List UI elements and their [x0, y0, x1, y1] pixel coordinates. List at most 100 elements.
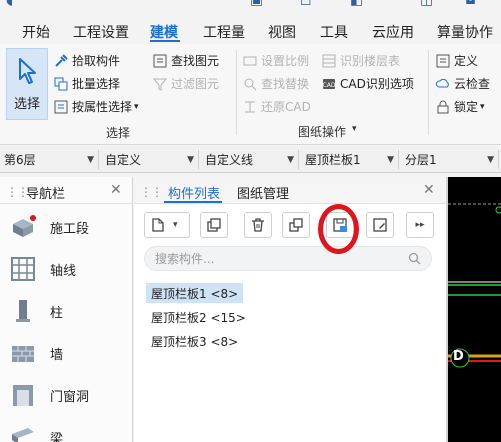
layers-copy-icon	[289, 218, 303, 232]
close-icon[interactable]: ✕	[110, 182, 122, 198]
duplicate-to-floor-button[interactable]	[282, 212, 310, 238]
nav-item-wall[interactable]: 墙	[0, 332, 132, 374]
component-dropdown[interactable]: 屋顶栏板1 ▼	[301, 150, 399, 169]
identify-floor-table-button[interactable]: 识别楼层表	[322, 52, 400, 69]
edit-component-icon	[373, 218, 387, 232]
floor-dropdown-value: 第6层	[4, 153, 36, 167]
restore-cad-icon	[243, 100, 257, 114]
active-tab-indicator	[164, 201, 222, 203]
component-toolbar: ▾ ▸▸	[134, 204, 446, 244]
quick-icon-1[interactable]: ◖	[6, 0, 13, 8]
cad-identify-options-button[interactable]: CAD CAD识别选项	[322, 75, 414, 92]
nav-item-beam[interactable]: 梁	[0, 416, 132, 442]
drawing-ops-group-label[interactable]: 图纸操作	[298, 123, 346, 140]
search-input[interactable]	[155, 251, 395, 267]
batch-select-button[interactable]: 批量选择	[54, 75, 120, 92]
nav-item-axis[interactable]: 轴线	[0, 248, 132, 290]
define-icon	[436, 54, 450, 68]
select-button[interactable]: 选择	[6, 48, 48, 120]
identify-floor-table-label: 识别楼层表	[340, 54, 401, 68]
lock-label: 锁定	[454, 100, 479, 114]
search-icon[interactable]	[408, 252, 421, 265]
component-row[interactable]: 屋顶栏板3 <8>	[146, 331, 243, 351]
floor-dropdown[interactable]: 第6层 ▼	[0, 150, 99, 169]
new-component-button[interactable]: ▾	[144, 212, 190, 238]
delete-button[interactable]	[244, 212, 272, 238]
filter-dropdown-bar: 第6层 ▼ 自定义 ▼ 自定义线 ▼ 屋顶栏板1 ▼ 分层1 ▼	[0, 146, 501, 173]
column-icon	[16, 300, 30, 322]
new-document-icon	[152, 218, 164, 232]
quick-icon-3[interactable]: ◻	[300, 0, 312, 8]
drag-handle-icon[interactable]: ⋮⋮	[6, 185, 29, 199]
pick-component-button[interactable]: 拾取构件	[54, 52, 120, 69]
navigation-panel-header: ⋮⋮ 导航栏 ✕	[0, 177, 133, 204]
component-row[interactable]: 屋顶栏板2 <15>	[146, 307, 251, 327]
find-replace-icon	[243, 77, 257, 91]
find-element-label: 查找图元	[171, 54, 220, 68]
define-button[interactable]: 定义	[436, 52, 478, 69]
pick-component-label: 拾取构件	[72, 54, 121, 68]
cursor-arrow-icon	[19, 58, 36, 84]
quick-icon-2[interactable]: ▣	[250, 0, 263, 8]
set-scale-label: 设置比例	[261, 54, 310, 68]
close-icon[interactable]: ✕	[423, 182, 435, 198]
filter-element-button[interactable]: 过滤图元	[153, 75, 219, 92]
more-button[interactable]: ▸▸	[406, 212, 434, 238]
cloud-check-button[interactable]: 云检查	[436, 75, 490, 92]
batch-select-icon	[54, 77, 68, 91]
construction-segment-icon	[13, 215, 36, 237]
category-dropdown[interactable]: 自定义 ▼	[101, 150, 199, 169]
menu-tools[interactable]: 工具	[320, 22, 348, 42]
search-box	[144, 246, 432, 271]
tab-drawing-management[interactable]: 图纸管理	[237, 183, 289, 202]
chevron-down-icon: ▼	[287, 154, 294, 165]
menu-project-settings[interactable]: 工程设置	[73, 22, 129, 42]
chevron-down-icon[interactable]: ▾	[352, 124, 357, 134]
chevron-down-icon: ▼	[87, 154, 94, 165]
type-dropdown[interactable]: 自定义线 ▼	[201, 150, 299, 169]
tab-component-list[interactable]: 构件列表	[168, 183, 220, 202]
menu-cloud[interactable]: 云应用	[372, 22, 414, 42]
highlight-ring-annotation	[318, 204, 359, 254]
quick-icon-6[interactable]: ◘	[465, 0, 476, 8]
menu-view[interactable]: 视图	[268, 22, 296, 42]
select-group-label: 选择	[106, 126, 131, 140]
nav-item-label: 轴线	[50, 264, 77, 279]
nav-item-label: 梁	[50, 432, 64, 442]
quick-access-toolbar: ◖ ▣ ◻ ◧ ◫ ◘	[0, 0, 501, 18]
copy-button[interactable]	[200, 212, 228, 238]
ribbon: 选择 拾取构件 批量选择 按属性选择 ▾ 查找图元 过滤图元 设置比例 查找替换…	[0, 44, 501, 145]
restore-cad-button[interactable]: 还原CAD	[243, 98, 311, 115]
grid-axis-icon	[11, 257, 35, 281]
quick-icon-5[interactable]: ◫	[420, 0, 433, 8]
component-row[interactable]: 屋顶栏板1 <8>	[146, 283, 244, 303]
set-scale-button[interactable]: 设置比例	[243, 52, 309, 69]
lock-button[interactable]: 锁定 ▾	[436, 98, 485, 115]
nav-item-label: 柱	[50, 306, 64, 321]
menu-collaboration[interactable]: 算量协作	[437, 22, 493, 42]
select-by-attribute-button[interactable]: 按属性选择 ▾	[54, 98, 139, 115]
ribbon-divider	[428, 50, 429, 135]
quick-icon-4[interactable]: ◧	[350, 0, 363, 8]
find-element-button[interactable]: 查找图元	[153, 52, 219, 69]
nav-item-construction-segment[interactable]: 施工段	[0, 206, 132, 248]
layer-dropdown[interactable]: 分层1 ▼	[401, 150, 499, 169]
select-button-label: 选择	[13, 97, 40, 112]
menu-quantities[interactable]: 工程量	[203, 22, 245, 42]
nav-item-door-window[interactable]: 门窗洞	[0, 374, 132, 416]
nav-item-column[interactable]: 柱	[0, 290, 132, 332]
select-by-attribute-label: 按属性选择	[72, 100, 133, 114]
chevron-down-icon: ▼	[487, 154, 494, 165]
scale-icon	[243, 54, 257, 68]
find-replace-button[interactable]: 查找替换	[243, 75, 309, 92]
menu-start[interactable]: 开始	[22, 22, 50, 42]
component-list-panel: ⋮⋮ 构件列表 图纸管理 ✕ ▾ ▸▸ 屋顶栏板1 <8>	[134, 177, 446, 442]
cad-identify-options-label: CAD识别选项	[340, 77, 414, 91]
edit-component-button[interactable]	[366, 212, 394, 238]
beam-icon	[12, 428, 34, 442]
drag-handle-icon[interactable]: ⋮⋮	[140, 185, 163, 199]
drawing-canvas[interactable]: D	[448, 177, 501, 442]
navigation-panel: ⋮⋮ 导航栏 ✕ 施工段 轴线 柱 墙 门窗洞 梁	[0, 177, 133, 442]
chevron-down-icon: ▾	[480, 101, 485, 112]
menu-modeling[interactable]: 建模	[150, 22, 178, 42]
